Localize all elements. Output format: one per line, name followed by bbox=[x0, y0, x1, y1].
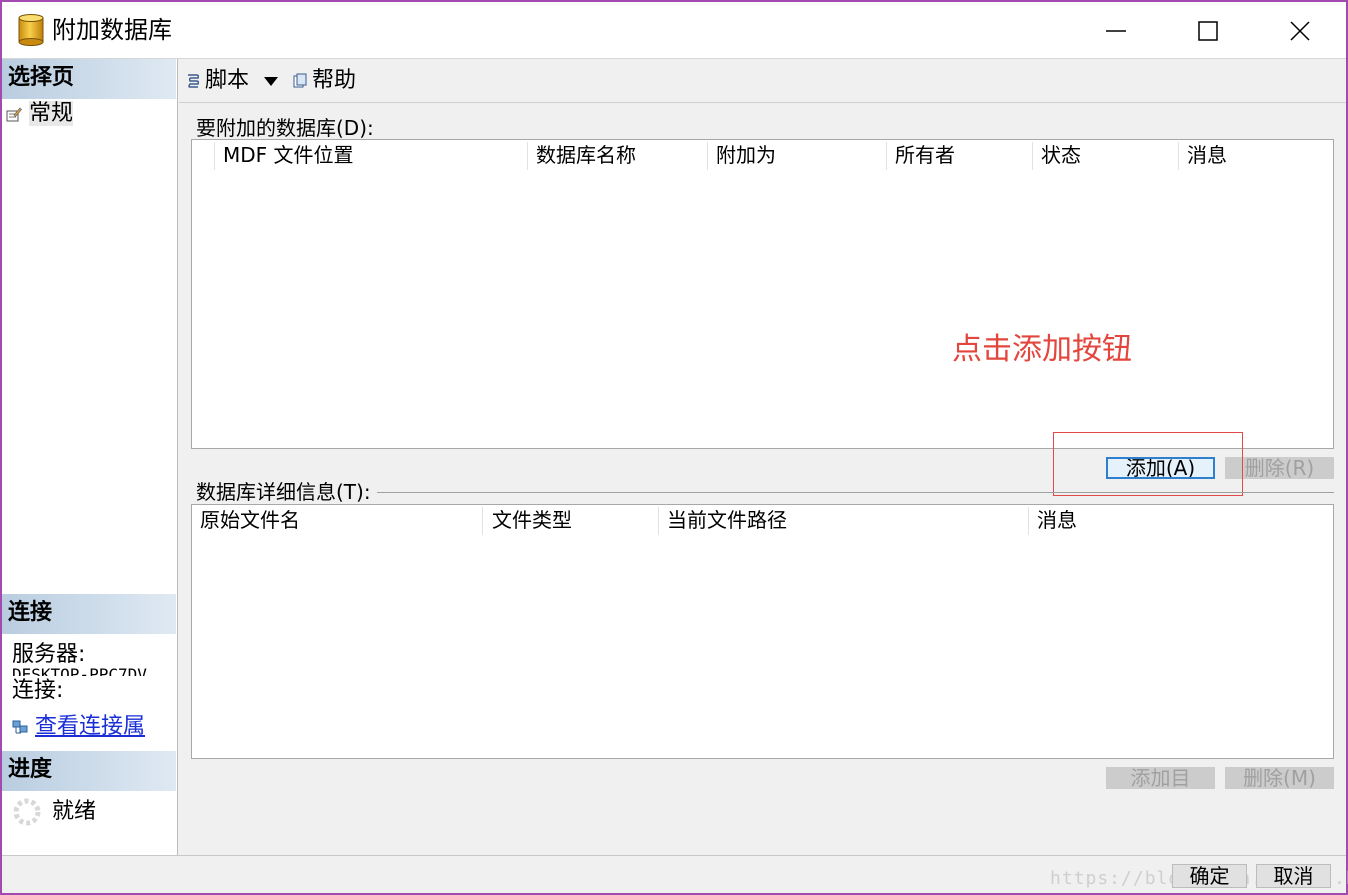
server-label: 服务器: bbox=[12, 642, 86, 667]
database-icon bbox=[18, 14, 44, 46]
script-button[interactable]: 脚本 bbox=[185, 67, 279, 95]
connection-header: 连接 bbox=[2, 594, 176, 634]
help-label: 帮助 bbox=[312, 68, 357, 93]
attach-databases-label: 要附加的数据库(D): bbox=[196, 116, 380, 140]
server-value: DESKTOP-PPC7DV bbox=[12, 668, 172, 676]
help-icon bbox=[293, 73, 307, 88]
col-owner[interactable]: 所有者 bbox=[889, 140, 955, 170]
col-database-name[interactable]: 数据库名称 bbox=[530, 140, 636, 170]
left-pane: 选择页 常规 连接 服务器: DESKTOP-PPC7DV 连接: 查看连接属 … bbox=[2, 59, 178, 855]
col-mdf-location[interactable]: MDF 文件位置 bbox=[217, 140, 354, 170]
close-button[interactable] bbox=[1254, 2, 1346, 59]
add-catalog-button[interactable]: 添加目 bbox=[1106, 767, 1215, 789]
chevron-down-icon[interactable] bbox=[263, 75, 279, 87]
col-status[interactable]: 状态 bbox=[1035, 140, 1081, 170]
page-general[interactable]: 常规 bbox=[6, 100, 74, 128]
annotation-text: 点击添加按钮 bbox=[952, 332, 1132, 367]
remove-details-button[interactable]: 删除(M) bbox=[1225, 767, 1334, 789]
view-connection-properties[interactable]: 查看连接属 bbox=[12, 713, 145, 741]
ok-button[interactable]: 确定 bbox=[1172, 864, 1247, 888]
attach-databases-grid[interactable]: MDF 文件位置 数据库名称 附加为 所有者 状态 消息 bbox=[191, 139, 1334, 449]
connection-properties-icon bbox=[12, 720, 28, 734]
col-current-file-path[interactable]: 当前文件路径 bbox=[661, 505, 787, 535]
progress-spinner-icon bbox=[13, 798, 41, 826]
title-bar: 附加数据库 bbox=[2, 2, 1346, 59]
attach-database-window: 附加数据库 选择页 常规 连接 服务器: DESKTOP-PPC7DV 连接: bbox=[0, 0, 1348, 895]
maximize-icon bbox=[1198, 20, 1218, 41]
properties-page-icon bbox=[6, 107, 22, 122]
progress-header: 进度 bbox=[2, 751, 176, 791]
col-message[interactable]: 消息 bbox=[1181, 140, 1227, 170]
close-icon bbox=[1290, 20, 1310, 41]
help-button[interactable]: 帮助 bbox=[292, 67, 356, 95]
attach-grid-header: MDF 文件位置 数据库名称 附加为 所有者 状态 消息 bbox=[192, 140, 1333, 170]
minimize-icon bbox=[1106, 29, 1126, 32]
database-details-label: 数据库详细信息(T): bbox=[196, 480, 377, 504]
view-connection-link[interactable]: 查看连接属 bbox=[35, 714, 145, 739]
cancel-button[interactable]: 取消 bbox=[1256, 864, 1331, 888]
progress-status: 就绪 bbox=[12, 797, 96, 827]
col-original-file-name[interactable]: 原始文件名 bbox=[194, 505, 300, 535]
select-page-header: 选择页 bbox=[2, 59, 176, 99]
maximize-button[interactable] bbox=[1162, 2, 1254, 59]
col-file-type[interactable]: 文件类型 bbox=[486, 505, 572, 535]
database-details-grid[interactable]: 原始文件名 文件类型 当前文件路径 消息 bbox=[191, 504, 1334, 759]
connection-label: 连接: bbox=[12, 678, 64, 703]
toolbar: 脚本 帮助 bbox=[179, 59, 1346, 103]
col-attach-as[interactable]: 附加为 bbox=[710, 140, 776, 170]
annotation-highlight-box bbox=[1053, 432, 1243, 496]
window-title: 附加数据库 bbox=[52, 16, 172, 44]
details-grid-header: 原始文件名 文件类型 当前文件路径 消息 bbox=[192, 505, 1333, 535]
minimize-button[interactable] bbox=[1070, 2, 1162, 59]
progress-status-label: 就绪 bbox=[52, 799, 97, 824]
script-label: 脚本 bbox=[205, 68, 250, 93]
script-icon bbox=[188, 74, 200, 88]
col-details-message[interactable]: 消息 bbox=[1031, 505, 1077, 535]
page-general-label: 常规 bbox=[29, 101, 74, 126]
